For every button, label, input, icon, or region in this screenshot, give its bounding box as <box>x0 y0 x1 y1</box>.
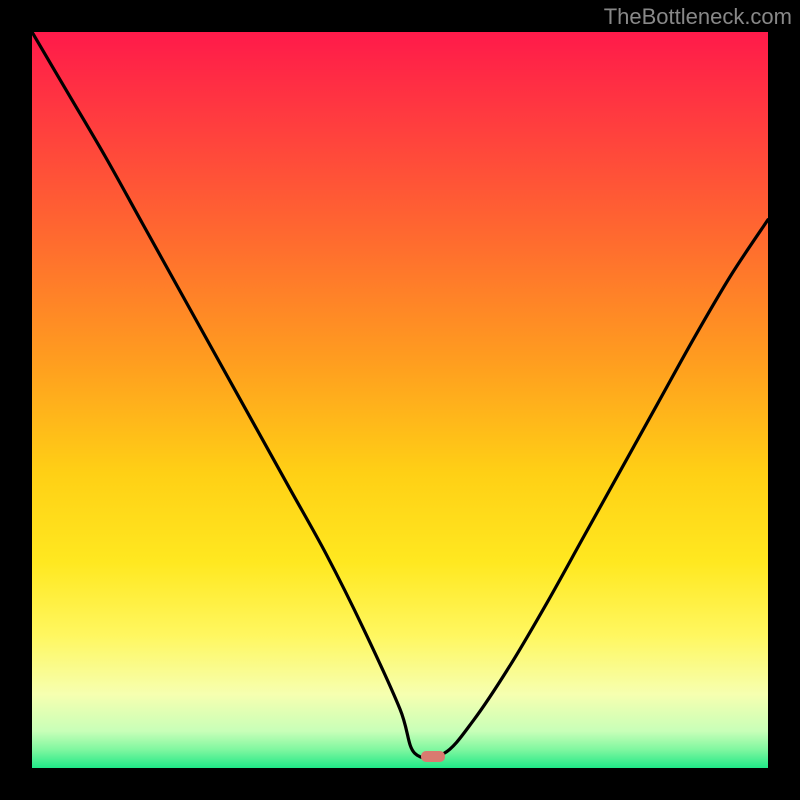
plot-frame <box>32 32 768 768</box>
optimum-marker <box>421 751 445 762</box>
gradient-background <box>32 32 768 768</box>
plot-svg <box>32 32 768 768</box>
watermark-text: TheBottleneck.com <box>604 4 792 30</box>
